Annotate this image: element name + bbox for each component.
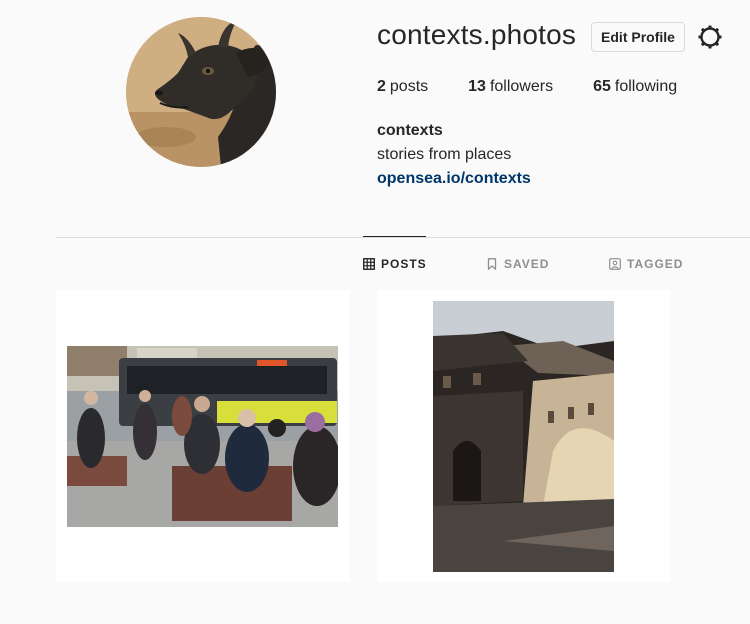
tab-tagged-label: TAGGED [627,257,684,271]
stat-followers[interactable]: 13 followers [468,78,553,98]
stat-following[interactable]: 65 following [593,78,677,98]
profile-username: contexts.photos [377,19,577,50]
post-thumbnail-2[interactable] [377,290,670,582]
tab-posts-label: POSTS [381,257,427,271]
tab-tagged[interactable]: TAGGED [609,256,683,272]
profile-avatar[interactable] [126,17,276,167]
stat-followers-count: 13 [468,78,486,95]
settings-icon[interactable] [697,24,723,50]
tab-posts[interactable]: POSTS [363,256,427,272]
stat-posts-count: 2 [377,78,386,95]
stat-posts: 2 posts [377,78,428,98]
stat-following-label: following [614,78,678,95]
profile-full-name: contexts [377,122,443,139]
tab-saved-label: SAVED [504,257,550,271]
tabs-divider [56,237,750,238]
stat-posts-label: posts [389,78,429,95]
profile-stats: 2 posts 13 followers 65 following [377,78,677,98]
tag-user-icon [609,258,621,270]
street-scene-photo [67,346,338,527]
stat-following-count: 65 [593,78,611,95]
stat-followers-label: followers [489,78,554,95]
edit-profile-button[interactable]: Edit Profile [591,22,685,52]
grid-icon [363,258,375,270]
bookmark-icon [486,258,498,270]
tab-saved[interactable]: SAVED [486,256,549,272]
active-tab-indicator [363,236,426,237]
goat-avatar-image [126,17,276,167]
profile-bio: stories from places [377,146,512,163]
post-thumbnail-1[interactable] [56,290,349,582]
profile-link[interactable]: opensea.io/contexts [377,170,531,188]
courtyard-photo [433,301,614,572]
